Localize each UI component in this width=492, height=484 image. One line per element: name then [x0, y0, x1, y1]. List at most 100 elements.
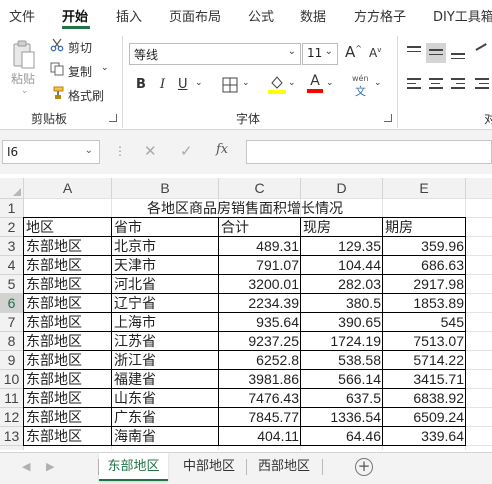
row-header[interactable]: 5	[0, 275, 24, 294]
row-header[interactable]: 12	[0, 408, 24, 427]
tab-diy-toolbox[interactable]: DIY工具箱	[433, 6, 492, 25]
sheet-tab-east[interactable]: 东部地区	[99, 453, 168, 481]
insert-function-icon[interactable]: fx	[216, 142, 228, 157]
tab-insert[interactable]: 插入	[116, 6, 142, 25]
table-header-cell[interactable]: 现房	[301, 218, 383, 237]
table-cell[interactable]: 7845.77	[219, 408, 301, 427]
table-cell[interactable]: 3200.01	[219, 275, 301, 294]
add-sheet-icon[interactable]: +	[355, 458, 373, 476]
formula-bar-grip-icon[interactable]: ⋮	[114, 144, 126, 158]
tab-formulas[interactable]: 公式	[248, 6, 274, 25]
table-cell[interactable]: 海南省	[112, 427, 219, 446]
font-name-select[interactable]: 等线 ⌄	[129, 43, 301, 65]
table-cell[interactable]: 东部地区	[24, 408, 112, 427]
table-cell[interactable]: 1336.54	[301, 408, 383, 427]
table-cell[interactable]: 6838.92	[383, 389, 466, 408]
column-header-b[interactable]: B	[112, 178, 219, 199]
table-header-cell[interactable]: 期房	[383, 218, 466, 237]
align-center-icon[interactable]	[426, 75, 446, 95]
align-right-icon[interactable]	[448, 75, 468, 95]
column-header-d[interactable]: D	[301, 178, 383, 199]
table-cell[interactable]: 东部地区	[24, 294, 112, 313]
table-cell[interactable]: 6509.24	[383, 408, 466, 427]
table-cell[interactable]: 6252.8	[219, 351, 301, 370]
underline-button[interactable]: U	[178, 77, 188, 92]
row-header[interactable]: 8	[0, 332, 24, 351]
fill-color-icon[interactable]	[268, 74, 286, 98]
phonetic-guide-icon[interactable]: 文	[355, 83, 366, 99]
tab-page-layout[interactable]: 页面布局	[169, 6, 221, 25]
paste-label[interactable]: 粘贴	[11, 70, 35, 87]
sheet-title[interactable]: 各地区商品房销售面积增长情况	[24, 199, 466, 218]
table-cell[interactable]: 东部地区	[24, 256, 112, 275]
table-cell[interactable]: 东部地区	[24, 313, 112, 332]
row-header[interactable]: 10	[0, 370, 24, 389]
table-cell[interactable]: 东部地区	[24, 389, 112, 408]
cut-button[interactable]: 剪切	[68, 39, 92, 56]
table-cell[interactable]: 东部地区	[24, 275, 112, 294]
row-header[interactable]: 14	[0, 446, 24, 450]
phonetic-dropdown-icon[interactable]: ⌄	[374, 78, 382, 88]
sheet-tab-central[interactable]: 中部地区	[175, 453, 243, 481]
font-launcher-icon[interactable]	[384, 114, 392, 122]
table-cell[interactable]: 404.11	[219, 427, 301, 446]
borders-icon[interactable]	[222, 77, 238, 97]
table-cell[interactable]: 广东省	[112, 408, 219, 427]
column-header-a[interactable]: A	[24, 178, 112, 199]
formula-input[interactable]	[246, 140, 492, 164]
clipboard-launcher-icon[interactable]	[109, 114, 117, 122]
format-painter-button[interactable]: 格式刷	[68, 87, 104, 104]
table-cell[interactable]: 2917.98	[383, 275, 466, 294]
italic-button[interactable]: I	[160, 77, 165, 92]
table-cell[interactable]: 390.65	[301, 313, 383, 332]
table-cell[interactable]: 129.35	[301, 237, 383, 256]
table-cell[interactable]: 河北省	[112, 275, 219, 294]
copy-button[interactable]: 复制	[68, 63, 92, 80]
select-all-corner[interactable]	[0, 178, 24, 199]
spreadsheet-grid[interactable]: A B C D E 1234567891011121314各地区商品房销售面积增…	[0, 178, 492, 450]
table-cell[interactable]: 489.31	[219, 237, 301, 256]
table-header-cell[interactable]: 省市	[112, 218, 219, 237]
name-box[interactable]: I6 ⌄	[2, 140, 100, 164]
column-header-c[interactable]: C	[219, 178, 301, 199]
table-cell[interactable]: 637.5	[301, 389, 383, 408]
indent-icon[interactable]	[472, 75, 492, 95]
row-header[interactable]: 4	[0, 256, 24, 275]
align-bottom-icon[interactable]	[448, 43, 468, 63]
orientation-icon[interactable]	[472, 43, 492, 63]
cancel-icon[interactable]: ✕	[144, 142, 157, 160]
copy-dropdown-icon[interactable]: ⌄	[101, 63, 109, 73]
table-cell[interactable]: 福建省	[112, 370, 219, 389]
row-header[interactable]: 1	[0, 199, 24, 218]
table-cell[interactable]: 1724.19	[301, 332, 383, 351]
table-cell[interactable]: 282.03	[301, 275, 383, 294]
table-cell[interactable]: 339.64	[383, 427, 466, 446]
table-cell[interactable]: 江苏省	[112, 332, 219, 351]
table-cell[interactable]: 东部地区	[24, 427, 112, 446]
tab-file[interactable]: 文件	[9, 6, 35, 25]
row-header[interactable]: 3	[0, 237, 24, 256]
sheet-tab-west[interactable]: 西部地区	[250, 453, 318, 481]
borders-dropdown-icon[interactable]: ⌄	[242, 78, 250, 88]
grow-font-button[interactable]: A^	[345, 43, 362, 61]
paste-dropdown-icon[interactable]: ⌄	[21, 86, 29, 96]
row-header[interactable]: 9	[0, 351, 24, 370]
table-cell[interactable]: 9237.25	[219, 332, 301, 351]
table-cell[interactable]: 3415.71	[383, 370, 466, 389]
table-cell[interactable]: 3981.86	[219, 370, 301, 389]
table-cell[interactable]: 7476.43	[219, 389, 301, 408]
align-left-icon[interactable]	[404, 75, 424, 95]
table-cell[interactable]: 东部地区	[24, 332, 112, 351]
table-cell[interactable]: 2234.39	[219, 294, 301, 313]
font-color-icon[interactable]: A	[307, 73, 323, 93]
table-cell[interactable]: 359.96	[383, 237, 466, 256]
prev-sheet-icon[interactable]: ◀	[22, 460, 30, 473]
table-cell[interactable]: 545	[383, 313, 466, 332]
table-cell[interactable]: 天津市	[112, 256, 219, 275]
tab-fangfang[interactable]: 方方格子	[354, 6, 406, 25]
table-header-cell[interactable]: 合计	[219, 218, 301, 237]
table-cell[interactable]: 浙江省	[112, 351, 219, 370]
table-cell[interactable]: 东部地区	[24, 351, 112, 370]
table-cell[interactable]: 5714.22	[383, 351, 466, 370]
bold-button[interactable]: B	[136, 77, 146, 92]
